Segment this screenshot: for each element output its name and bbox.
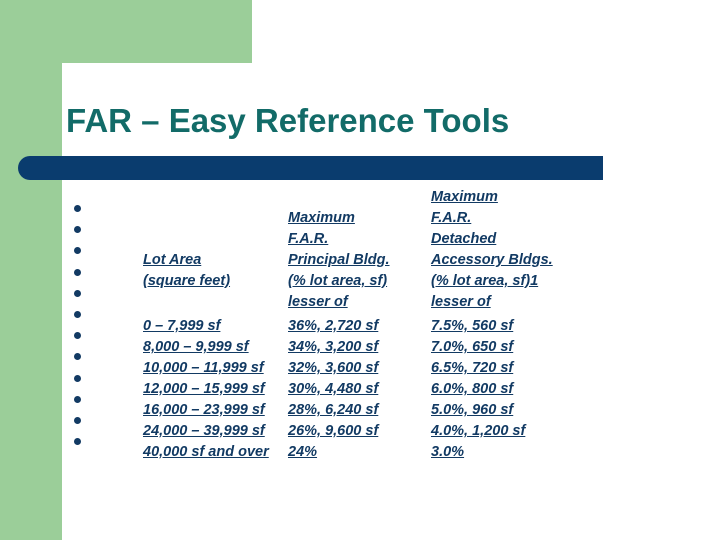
bullet-marker	[74, 310, 81, 318]
navy-title-underline-bar	[18, 156, 603, 180]
bullet-marker	[74, 374, 81, 382]
bullet-marker	[74, 395, 81, 403]
bullet-marker	[74, 416, 81, 424]
bullet-marker	[74, 205, 81, 212]
bullet-marker	[74, 332, 81, 340]
green-header-block	[0, 0, 252, 63]
bullet-marker	[74, 226, 81, 234]
bullet-marker	[74, 289, 81, 297]
slide-canvas: FAR – Easy Reference Tools Maximum F.A.R.…	[0, 0, 720, 540]
page-title: FAR – Easy Reference Tools	[66, 102, 510, 139]
bullet-marker	[74, 438, 81, 446]
bullet-marker	[74, 247, 81, 255]
bullet-marker	[74, 268, 81, 276]
bullet-marker	[74, 353, 81, 361]
green-side-strip	[0, 63, 62, 540]
bullet-marker-column	[74, 205, 81, 459]
